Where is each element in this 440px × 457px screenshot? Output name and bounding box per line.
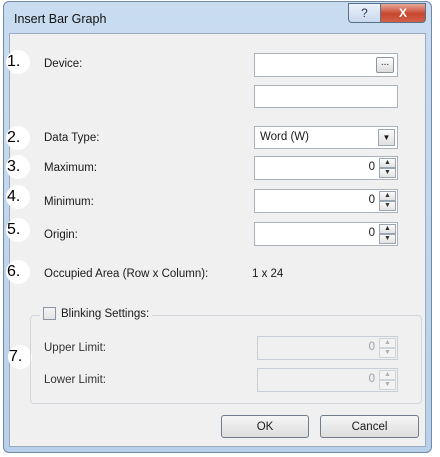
title-bar: Insert Bar Graph ? X: [4, 2, 431, 32]
origin-stepper[interactable]: 0 ▲ ▼: [254, 222, 398, 246]
spin-up-icon[interactable]: ▲: [379, 224, 396, 234]
maximum-stepper[interactable]: 0 ▲ ▼: [254, 156, 398, 180]
step-marker-4: 4.: [6, 185, 30, 209]
origin-spin-buttons[interactable]: ▲ ▼: [379, 224, 396, 244]
occupied-area-label: Occupied Area (Row x Column):: [44, 268, 209, 280]
device-label: Device:: [44, 58, 83, 70]
help-button[interactable]: ?: [348, 3, 380, 23]
origin-value: 0: [368, 227, 375, 239]
spin-down-icon[interactable]: ▼: [379, 201, 396, 211]
step-marker-7: 7.: [8, 345, 32, 369]
data-type-value: Word (W): [260, 131, 309, 143]
device-sub-field: [254, 85, 398, 108]
lower-limit-label: Lower Limit:: [44, 374, 106, 386]
step-marker-2: 2.: [6, 126, 30, 150]
minimum-value: 0: [368, 194, 375, 206]
upper-limit-stepper[interactable]: 0 ▲ ▼: [257, 336, 398, 360]
dialog-title: Insert Bar Graph: [14, 12, 107, 26]
data-type-label: Data Type:: [44, 132, 100, 144]
close-button[interactable]: X: [380, 3, 426, 23]
maximum-value: 0: [368, 161, 375, 173]
spin-down-icon[interactable]: ▼: [379, 168, 396, 178]
minimum-label: Minimum:: [44, 196, 94, 208]
minimum-spin-buttons[interactable]: ▲ ▼: [379, 191, 396, 211]
step-marker-6: 6.: [6, 260, 30, 284]
maximum-spin-buttons[interactable]: ▲ ▼: [379, 158, 396, 178]
step-marker-3: 3.: [6, 155, 30, 179]
spin-up-icon[interactable]: ▲: [379, 370, 396, 380]
spin-down-icon[interactable]: ▼: [379, 234, 396, 244]
spin-up-icon[interactable]: ▲: [379, 158, 396, 168]
spin-down-icon[interactable]: ▼: [379, 348, 396, 358]
spin-down-icon[interactable]: ▼: [379, 380, 396, 390]
device-browse-button[interactable]: ...: [376, 57, 394, 73]
dialog-body: 1. 2. 3. 4. 5. 6. 7. Device: ... Data Ty…: [6, 33, 426, 447]
dialog-window: Insert Bar Graph ? X 1. 2. 3. 4. 5. 6. 7…: [3, 1, 432, 453]
spin-up-icon[interactable]: ▲: [379, 191, 396, 201]
device-input[interactable]: ...: [254, 53, 398, 77]
maximum-label: Maximum:: [44, 162, 98, 174]
upper-limit-spin-buttons[interactable]: ▲ ▼: [379, 338, 396, 358]
origin-label: Origin:: [44, 229, 78, 241]
spin-up-icon[interactable]: ▲: [379, 338, 396, 348]
cancel-button[interactable]: Cancel: [320, 415, 419, 438]
ok-button[interactable]: OK: [221, 415, 309, 438]
upper-limit-value: 0: [368, 341, 375, 353]
blinking-settings-label[interactable]: Blinking Settings:: [61, 308, 149, 320]
lower-limit-spin-buttons[interactable]: ▲ ▼: [379, 370, 396, 390]
minimum-stepper[interactable]: 0 ▲ ▼: [254, 189, 398, 213]
blinking-settings-checkbox[interactable]: [43, 307, 56, 320]
blinking-settings-legend: Blinking Settings:: [40, 307, 153, 320]
lower-limit-value: 0: [368, 373, 375, 385]
upper-limit-label: Upper Limit:: [44, 342, 106, 354]
data-type-select[interactable]: Word (W) ▼: [254, 126, 398, 149]
occupied-area-value: 1 x 24: [252, 268, 284, 280]
lower-limit-stepper[interactable]: 0 ▲ ▼: [257, 368, 398, 392]
step-marker-1: 1.: [6, 50, 30, 74]
chevron-down-icon[interactable]: ▼: [378, 129, 395, 146]
step-marker-5: 5.: [6, 218, 30, 242]
